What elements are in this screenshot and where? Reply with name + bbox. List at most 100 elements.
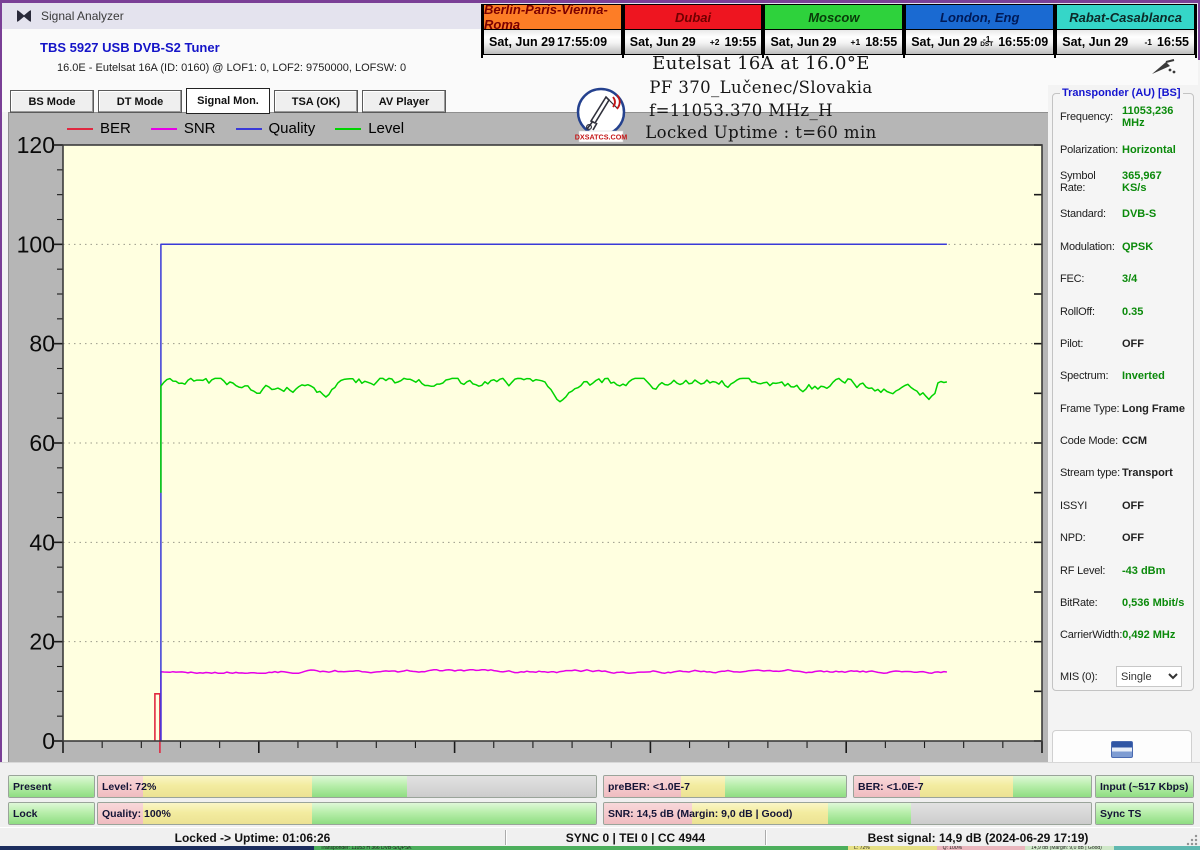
transponder-row-label: Standard:: [1060, 208, 1122, 220]
background-window-fragment: [0, 846, 314, 850]
transponder-row-label: Polarization:: [1060, 144, 1122, 156]
status-indicator-label: Level: 72%: [102, 776, 156, 797]
legend-label: Quality: [269, 120, 316, 137]
transponder-row: BitRate: 0,536 Mbit/s: [1060, 587, 1186, 619]
clock-city-label: Berlin-Paris-Vienna-Roma: [483, 4, 622, 30]
status-indicator-bar: preBER: <1.0E-7: [603, 775, 847, 798]
background-window-fragment: Q: 100%: [937, 846, 1025, 850]
transponder-row: Stream type: Transport: [1060, 457, 1186, 489]
bar-segment-green: [828, 803, 911, 824]
clock-utc-offset: +2: [707, 39, 723, 45]
clock-cell: London, Eng Sat, Jun 29 -1DST 16:55:09: [903, 4, 1054, 58]
clock-time: 16:55:09: [998, 35, 1048, 49]
legend-label: SNR: [184, 120, 216, 137]
clock-time-row: Sat, Jun 29 17:55:09: [483, 30, 622, 55]
signal-chart: 020406080100120: [9, 113, 1047, 761]
transponder-row-value: OFF: [1122, 338, 1144, 350]
bar-segment-green: [312, 803, 596, 824]
bar-segment-green: [312, 776, 407, 797]
status-indicator-label: Quality: 100%: [102, 803, 171, 824]
bar-segment-gray: [407, 776, 596, 797]
statusbar-uptime: Locked -> Uptime: 01:06:26: [0, 828, 505, 847]
legend-item: Quality: [236, 120, 316, 137]
clock-time: 19:55: [724, 35, 756, 49]
status-indicator-bar: Lock: [8, 802, 95, 825]
resize-grip[interactable]: [1186, 834, 1198, 846]
clock-date: Sat, Jun 29: [1062, 35, 1128, 49]
tab-bs-mode[interactable]: BS Mode: [10, 90, 94, 113]
bar-segment-yellow: [920, 776, 1012, 797]
transponder-row-value: 365,967 KS/s: [1122, 170, 1186, 194]
transponder-row-value: 3/4: [1122, 273, 1137, 285]
background-window-fragment: Transponder: 11053 H 366 DVB-S/QPSK: [314, 846, 848, 850]
signal-chart-panel: BER SNR Quality Level 020406080100120: [8, 112, 1050, 764]
clock-date: Sat, Jun 29: [489, 35, 555, 49]
clock-cell: Dubai Sat, Jun 29 +2 19:55: [622, 4, 763, 58]
clock-time: 17:55:09: [557, 35, 607, 49]
transponder-row-label: Symbol Rate:: [1060, 170, 1122, 194]
status-indicator-bar: Input (~517 Kbps): [1095, 775, 1194, 798]
transponder-row: Symbol Rate: 365,967 KS/s: [1060, 166, 1186, 198]
clock-city-label: London, Eng: [905, 4, 1054, 30]
bar-segment-green: [725, 776, 846, 797]
tab-dt-mode[interactable]: DT Mode: [98, 90, 182, 113]
app-icon: [16, 9, 32, 23]
status-indicator-bar: Quality: 100%: [97, 802, 597, 825]
transponder-row-label: NPD:: [1060, 532, 1122, 544]
transponder-row-label: BitRate:: [1060, 597, 1122, 609]
bar-segment-green: [1013, 776, 1091, 797]
transponder-row-value: Inverted: [1122, 370, 1165, 382]
clock-utc-offset: -1DST: [977, 36, 996, 48]
transponder-row: Polarization: Horizontal: [1060, 133, 1186, 165]
clock-cell: Rabat-Casablanca Sat, Jun 29 -1 16:55: [1054, 4, 1197, 58]
legend-label: Level: [368, 120, 404, 137]
transponder-row-value: OFF: [1122, 500, 1144, 512]
status-indicator-label: Present: [13, 776, 52, 797]
svg-text:120: 120: [17, 132, 55, 158]
transponder-row: CarrierWidth: 0,492 MHz: [1060, 619, 1186, 651]
tuner-lnb-settings: 16.0E - Eutelsat 16A (ID: 0160) @ LOF1: …: [57, 62, 406, 74]
status-indicator-bar: BER: <1.0E-7: [853, 775, 1092, 798]
legend-item: Level: [335, 120, 404, 137]
transponder-row-value: 11053,236 MHz: [1122, 105, 1186, 129]
status-indicator-label: SNR: 14,5 dB (Margin: 9,0 dB | Good): [608, 803, 792, 824]
tab-signal-mon-[interactable]: Signal Mon.: [186, 88, 270, 114]
transponder-row-value: CCM: [1122, 435, 1147, 447]
clock-time-row: Sat, Jun 29 -1 16:55: [1056, 30, 1195, 55]
transponder-row-label: Code Mode:: [1060, 435, 1122, 447]
svg-text:80: 80: [29, 331, 55, 357]
tab-tsa-ok-[interactable]: TSA (OK): [274, 90, 358, 113]
dxsatcs-logo: DXSATCS.COM: [573, 87, 629, 145]
signal-analyzer-window: Signal Analyzer Berlin-Paris-Vienna-Roma…: [0, 0, 1200, 850]
status-indicator-bar: Sync TS: [1095, 802, 1194, 825]
status-indicator-label: BER: <1.0E-7: [858, 776, 924, 797]
transponder-row: RollOff: 0.35: [1060, 295, 1186, 327]
save-icon: [1111, 741, 1133, 758]
status-indicator-label: preBER: <1.0E-7: [608, 776, 690, 797]
transponder-row: Frequency: 11053,236 MHz: [1060, 101, 1186, 133]
transponder-row-label: Spectrum:: [1060, 370, 1122, 382]
status-bar: Locked -> Uptime: 01:06:26 SYNC 0 | TEI …: [0, 827, 1200, 847]
transponder-row-label: Modulation:: [1060, 241, 1122, 253]
tuner-name: TBS 5927 USB DVB-S2 Tuner: [40, 40, 220, 55]
clock-utc-offset: +1: [848, 39, 864, 45]
svg-text:100: 100: [17, 231, 55, 257]
transponder-row-label: CarrierWidth:: [1060, 629, 1122, 641]
window-border-left: [0, 0, 2, 846]
svg-text:20: 20: [29, 629, 55, 655]
transponder-row-label: FEC:: [1060, 273, 1122, 285]
transponder-row: Spectrum: Inverted: [1060, 360, 1186, 392]
mis-select[interactable]: Single: [1116, 666, 1182, 687]
status-indicators-area: Present Level: 72% preBER: <1.0E-7 BER: …: [0, 762, 1200, 829]
transponder-row-value: Transport: [1122, 467, 1173, 479]
legend-line-swatch: [151, 128, 177, 130]
background-window-fragment: 14,9 dB (Margin: 9,0 dB | Good): [1025, 846, 1113, 850]
clock-cell: Berlin-Paris-Vienna-Roma Sat, Jun 29 17:…: [481, 4, 622, 58]
clock-cell: Moscow Sat, Jun 29 +1 18:55: [762, 4, 903, 58]
tab-av-player[interactable]: AV Player: [362, 90, 446, 113]
window-title: Signal Analyzer: [41, 9, 124, 23]
svg-text:40: 40: [29, 529, 55, 555]
status-indicator-label: Lock: [13, 803, 38, 824]
clock-time: 16:55: [1157, 35, 1189, 49]
transponder-row-value: 0,536 Mbit/s: [1122, 597, 1184, 609]
